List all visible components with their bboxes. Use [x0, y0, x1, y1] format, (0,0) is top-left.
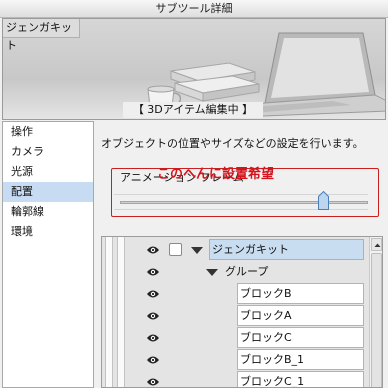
tree-node-label[interactable]: ブロックC_1 — [237, 371, 364, 387]
eye-icon[interactable] — [147, 267, 159, 277]
expand-arrow-icon[interactable] — [191, 247, 203, 254]
tree-row: ジェンガキット — [142, 239, 366, 261]
settings-panel: オブジェクトの位置やサイズなどの設定を行います。 アニメーション フレーム この… — [96, 121, 388, 388]
slider-thumb-handle[interactable] — [317, 191, 329, 210]
tree-row: グループ — [142, 261, 366, 283]
panel-description: オブジェクトの位置やサイズなどの設定を行います。 — [101, 137, 364, 150]
eye-icon[interactable] — [147, 355, 159, 365]
scroll-up-button[interactable] — [371, 238, 382, 251]
eye-icon[interactable] — [147, 289, 159, 299]
eye-icon[interactable] — [147, 333, 159, 343]
lock-checkbox[interactable] — [169, 243, 182, 256]
expand-arrow-icon[interactable] — [206, 269, 218, 276]
eye-icon[interactable] — [147, 377, 159, 387]
chevron-up-icon — [374, 243, 381, 247]
tree-scrollbar[interactable] — [369, 237, 382, 387]
sidebar-item-outline[interactable]: 輪郭線 — [3, 202, 93, 222]
tree-node-label[interactable]: グループ — [222, 261, 364, 282]
tree-row: ブロックB_1 — [142, 349, 366, 371]
tree-row: ブロックB — [142, 283, 366, 305]
sidebar-item-placement[interactable]: 配置 — [3, 182, 93, 202]
tree-row: ブロックC_1 — [142, 371, 366, 387]
tree-row: ブロックA — [142, 305, 366, 327]
tree-node-label[interactable]: ジェンガキット — [209, 239, 364, 260]
sidebar-item-camera[interactable]: カメラ — [3, 142, 93, 162]
preview-panel: ジェンガキット 【 3Dアイテム編集中 】 — [2, 18, 386, 120]
preview-caption: 【 3Dアイテム編集中 】 — [123, 102, 263, 118]
animation-frame-slider[interactable] — [120, 201, 368, 204]
sidebar-item-operation[interactable]: 操作 — [3, 122, 93, 142]
preview-item-label: ジェンガキット — [3, 19, 80, 52]
sidebar-item-environment[interactable]: 環境 — [3, 222, 93, 242]
tree-gutter — [117, 237, 125, 387]
eye-icon[interactable] — [147, 311, 159, 321]
tree-row: ブロックC — [142, 327, 366, 349]
tree-gutter — [105, 237, 113, 387]
tree-node-label[interactable]: ブロックB — [237, 283, 364, 304]
sidebar-item-light[interactable]: 光源 — [3, 162, 93, 182]
eye-icon[interactable] — [147, 245, 159, 255]
tree-node-label[interactable]: ブロックB_1 — [237, 349, 364, 370]
scroll-thumb[interactable] — [371, 253, 382, 387]
tree-node-label[interactable]: ブロックA — [237, 305, 364, 326]
object-tree: ジェンガキット グループ ブロックB ブロックA ブロックC ブロックB_1 ブ… — [101, 236, 383, 388]
category-sidebar: 操作 カメラ 光源 配置 輪郭線 環境 — [2, 121, 94, 388]
tree-node-label[interactable]: ブロックC — [237, 327, 364, 348]
window-title: サブツール詳細 — [0, 0, 388, 18]
placement-request-note: このへんに設置希望 — [157, 167, 275, 182]
